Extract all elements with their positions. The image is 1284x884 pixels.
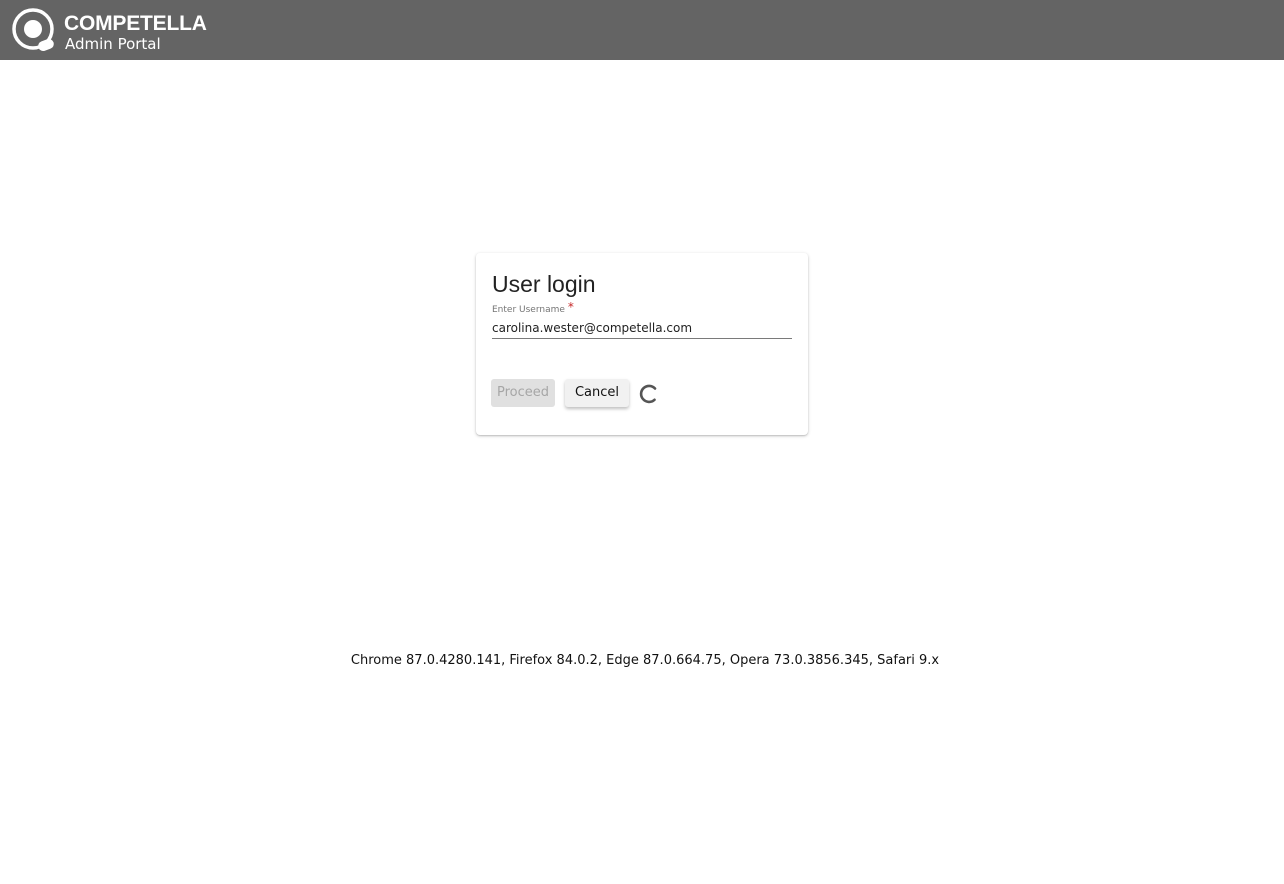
username-label: Enter Username *	[492, 301, 574, 316]
username-label-text: Enter Username	[492, 305, 565, 315]
login-card: User login Enter Username* Proceed Cance…	[476, 253, 808, 435]
cancel-button[interactable]: Cancel	[565, 379, 629, 407]
browser-versions-text: Chrome 87.0.4280.141, Firefox 84.0.2, Ed…	[350, 653, 940, 668]
username-input[interactable]	[492, 318, 792, 339]
competella-logo-icon	[12, 8, 54, 52]
brand-subtitle: Admin Portal	[65, 35, 161, 53]
login-title: User login	[492, 271, 596, 297]
spinner-icon	[639, 384, 657, 404]
brand-name: COMPETELLA	[64, 12, 207, 35]
required-marker: *	[567, 300, 574, 314]
top-bar: COMPETELLA Admin Portal	[0, 0, 1284, 60]
proceed-button[interactable]: Proceed	[491, 379, 555, 407]
